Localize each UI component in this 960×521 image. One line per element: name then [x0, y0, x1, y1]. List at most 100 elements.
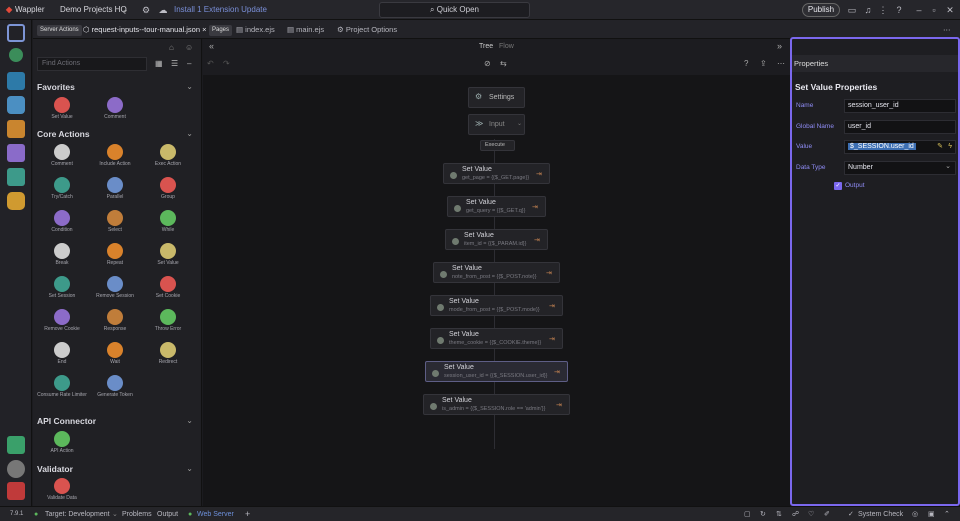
tab-project-options[interactable]: ⚙ Project Options: [337, 20, 397, 39]
section-validator[interactable]: Validator: [37, 464, 73, 474]
action-api-action[interactable]: API Action: [36, 430, 88, 462]
minimize-icon[interactable]: –: [912, 3, 926, 17]
cloud-icon[interactable]: ☁: [156, 3, 170, 17]
action-response[interactable]: Response: [89, 308, 141, 340]
action-comment[interactable]: Comment: [36, 143, 88, 175]
layers-icon[interactable]: ▣: [928, 507, 935, 521]
panel-bot-icon[interactable]: ☺: [185, 43, 193, 52]
value-field[interactable]: $_SESSION.user_id ✎ ϟ: [844, 140, 956, 154]
target-selector[interactable]: Target: Development: [45, 507, 110, 521]
broadcast-icon[interactable]: ◎: [912, 507, 918, 521]
layers-icon[interactable]: [7, 168, 25, 186]
bot-icon[interactable]: [7, 192, 25, 210]
tab-main[interactable]: ▤ main.ejs: [287, 20, 324, 39]
set-value-step[interactable]: Set Value note_from_post = {{$_POST.note}…: [433, 262, 560, 283]
action-condition[interactable]: Condition: [36, 209, 88, 241]
problems-tab[interactable]: Problems: [122, 507, 152, 521]
more-icon[interactable]: ⋮: [876, 3, 890, 17]
more-icon[interactable]: ⋯: [777, 59, 785, 68]
chevron-down-icon[interactable]: ⌄: [186, 416, 193, 425]
feedback-icon[interactable]: ☍: [792, 507, 799, 521]
tab-index[interactable]: ▤ index.ejs: [236, 20, 275, 39]
name-field[interactable]: session_user_id: [844, 99, 956, 113]
action-include-action[interactable]: Include Action: [89, 143, 141, 175]
action-consume-rate-limiter[interactable]: Consume Rate Limiter: [36, 374, 88, 406]
project-selector[interactable]: Demo Projects HQ: [60, 0, 127, 20]
web-server-tab[interactable]: Web Server: [197, 507, 234, 521]
action-throw-error[interactable]: Throw Error: [142, 308, 194, 340]
action-end[interactable]: End: [36, 341, 88, 373]
tab-active-file[interactable]: ⬡ request-inputs--tour-manual.json ×: [83, 20, 207, 39]
action-wait[interactable]: Wait: [89, 341, 141, 373]
action-validate-data[interactable]: Validate Data: [36, 477, 88, 509]
action-generate-token[interactable]: Generate Token: [89, 374, 141, 406]
publish-button[interactable]: Publish: [802, 3, 840, 17]
redo-icon[interactable]: ↷: [223, 59, 230, 68]
collapse-icon[interactable]: –: [187, 59, 191, 68]
maximize-icon[interactable]: ▫: [927, 3, 941, 17]
action-redirect[interactable]: Redirect: [142, 341, 194, 373]
set-value-step[interactable]: Set Value is_admin = {{$_SESSION.role == …: [423, 394, 570, 415]
extensions-icon[interactable]: [7, 436, 25, 454]
action-comment[interactable]: Comment: [89, 96, 141, 128]
close-icon[interactable]: ✕: [943, 3, 957, 17]
set-value-step[interactable]: Set Value get_page = {{$_GET.page}} ⇥: [443, 163, 550, 184]
expand-icon[interactable]: ⌃: [944, 507, 950, 521]
action-exec-action[interactable]: Exec Action: [142, 143, 194, 175]
action-set-value[interactable]: Set Value: [142, 242, 194, 274]
section-favorites[interactable]: Favorites: [37, 82, 75, 92]
global-name-field[interactable]: user_id: [844, 120, 956, 134]
edit-icon[interactable]: ✎: [937, 141, 943, 153]
action-set-value[interactable]: Set Value: [36, 96, 88, 128]
settings-node[interactable]: ⚙ Settings: [468, 87, 525, 108]
add-icon[interactable]: +: [245, 507, 250, 521]
action-while[interactable]: While: [142, 209, 194, 241]
bell-icon[interactable]: ♫: [861, 3, 875, 17]
list-view-icon[interactable]: ☰: [171, 59, 178, 68]
action-remove-session[interactable]: Remove Session: [89, 275, 141, 307]
input-node[interactable]: ≫ Input ⌄: [468, 114, 525, 135]
section-core-actions[interactable]: Core Actions: [37, 129, 90, 139]
action-break[interactable]: Break: [36, 242, 88, 274]
action-try-catch[interactable]: Try/Catch: [36, 176, 88, 208]
quick-open-search[interactable]: ⌕ Quick Open: [379, 2, 530, 18]
output-checkbox[interactable]: ✓: [834, 182, 842, 190]
find-actions-input[interactable]: Find Actions: [37, 57, 147, 71]
brush-icon[interactable]: ✐: [824, 507, 830, 521]
set-value-step[interactable]: Set Value get_query = {{$_GET.q}} ⇥: [447, 196, 546, 217]
set-value-step[interactable]: Set Value session_user_id = {{$_SESSION.u…: [425, 361, 568, 382]
workflows-icon[interactable]: [7, 72, 25, 90]
grid-view-icon[interactable]: ▦: [155, 59, 163, 68]
action-set-session[interactable]: Set Session: [36, 275, 88, 307]
action-remove-cookie[interactable]: Remove Cookie: [36, 308, 88, 340]
chevron-down-icon[interactable]: ⌄: [112, 507, 118, 521]
share-icon[interactable]: ⇪: [760, 59, 767, 68]
execute-node[interactable]: Execute: [480, 140, 515, 151]
undo-icon[interactable]: ↶: [207, 59, 214, 68]
close-tab-icon[interactable]: ×: [202, 25, 206, 34]
action-parallel[interactable]: Parallel: [89, 176, 141, 208]
flow-canvas[interactable]: « Tree Flow » ↶ ↷ ⊘ ⇆ ? ⇪ ⋯ ⚙ Settings ≫…: [203, 39, 790, 506]
set-value-step[interactable]: Set Value mode_from_post = {{$_POST.mode}…: [430, 295, 563, 316]
action-repeat[interactable]: Repeat: [89, 242, 141, 274]
section-api-connector[interactable]: API Connector: [37, 416, 96, 426]
expand-right-icon[interactable]: »: [777, 41, 782, 51]
bolt-icon[interactable]: ϟ: [948, 141, 952, 153]
set-value-step[interactable]: Set Value theme_cookie = {{$_COOKIE.theme…: [430, 328, 563, 349]
action-group[interactable]: Group: [142, 176, 194, 208]
data-type-select[interactable]: Number ⌄: [844, 161, 956, 175]
chevron-down-icon[interactable]: ⌄: [186, 464, 193, 473]
tab-tree[interactable]: Tree: [479, 43, 493, 50]
assets-icon[interactable]: [7, 144, 25, 162]
refresh-icon[interactable]: ↻: [760, 507, 766, 521]
git-icon[interactable]: [9, 48, 23, 62]
disable-icon[interactable]: ⊘: [484, 59, 491, 68]
sync-icon[interactable]: ⇅: [776, 507, 782, 521]
gear-icon[interactable]: ⚙: [139, 3, 153, 17]
action-select[interactable]: Select: [89, 209, 141, 241]
notifications-icon[interactable]: [7, 482, 25, 500]
panel-toggle-icon[interactable]: ⌂: [169, 43, 174, 52]
like-icon[interactable]: ♡: [808, 507, 814, 521]
tab-flow[interactable]: Flow: [499, 43, 514, 50]
chevron-down-icon[interactable]: ⌄: [122, 0, 129, 20]
